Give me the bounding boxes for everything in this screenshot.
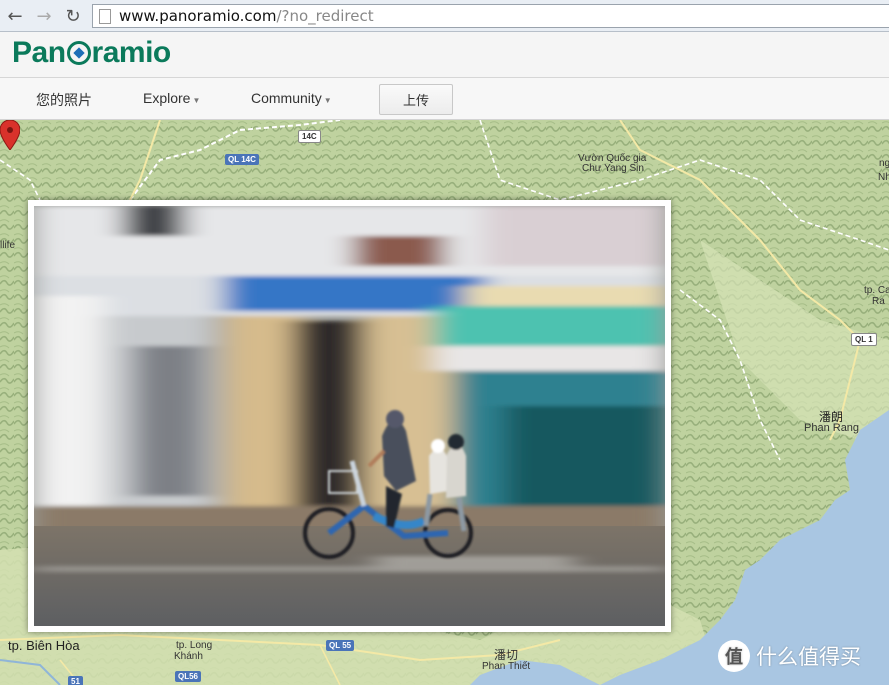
url-host: www.panoramio.com: [119, 7, 277, 25]
map-label: llife: [0, 240, 16, 251]
map-label: Khánh: [174, 651, 203, 662]
back-arrow-icon[interactable]: ←: [4, 5, 26, 27]
site-watermark: 值 什么值得买: [718, 640, 861, 672]
map-pin-icon[interactable]: [0, 120, 20, 150]
watermark-text: 什么值得买: [756, 646, 861, 669]
map-label: Ra: [872, 296, 885, 307]
map-label: Chư Yang Sin: [582, 163, 644, 174]
road-shield: QL 1: [851, 333, 877, 346]
road-shield: 14C: [298, 130, 321, 143]
chevron-down-icon: ▼: [192, 96, 201, 105]
chevron-down-icon: ▼: [323, 96, 332, 105]
map-label-city: tp. Biên Hòa: [8, 638, 80, 653]
upload-button[interactable]: 上传: [379, 84, 453, 115]
menu-explore[interactable]: Explore ▼: [143, 90, 200, 106]
photo-frame[interactable]: [28, 200, 671, 632]
panoramio-logo[interactable]: Pan ramio: [12, 36, 171, 70]
road-shield: QL 55: [326, 640, 355, 651]
site-header: Pan ramio: [0, 32, 889, 78]
road-shield: 51: [68, 676, 83, 685]
reload-icon[interactable]: ↻: [62, 5, 84, 27]
forward-arrow-icon[interactable]: →: [33, 5, 55, 27]
map-label: tp. Long: [176, 640, 213, 651]
zhi-logo-icon: 值: [718, 640, 750, 672]
map-label: ng: [879, 158, 889, 169]
address-bar[interactable]: www.panoramio.com/?no_redirect: [92, 4, 889, 28]
compass-icon: [66, 41, 91, 65]
browser-toolbar: ← → ↻ www.panoramio.com/?no_redirect: [0, 0, 889, 32]
map-label: Phan Thiết: [482, 661, 531, 672]
road-shield: QL 14C: [225, 154, 259, 165]
featured-photo[interactable]: [34, 206, 665, 626]
menu-community[interactable]: Community ▼: [251, 90, 332, 106]
page-icon: [99, 8, 111, 24]
menu-your-photos[interactable]: 您的照片: [36, 90, 92, 110]
map-label: Nh: [878, 172, 889, 183]
photo-image: [34, 206, 665, 626]
pin-label: Phan Rang: [804, 422, 860, 434]
road-shield: QL56: [175, 671, 202, 682]
map-label: tp. Ca: [864, 285, 889, 296]
url-path: /?no_redirect: [276, 7, 374, 25]
